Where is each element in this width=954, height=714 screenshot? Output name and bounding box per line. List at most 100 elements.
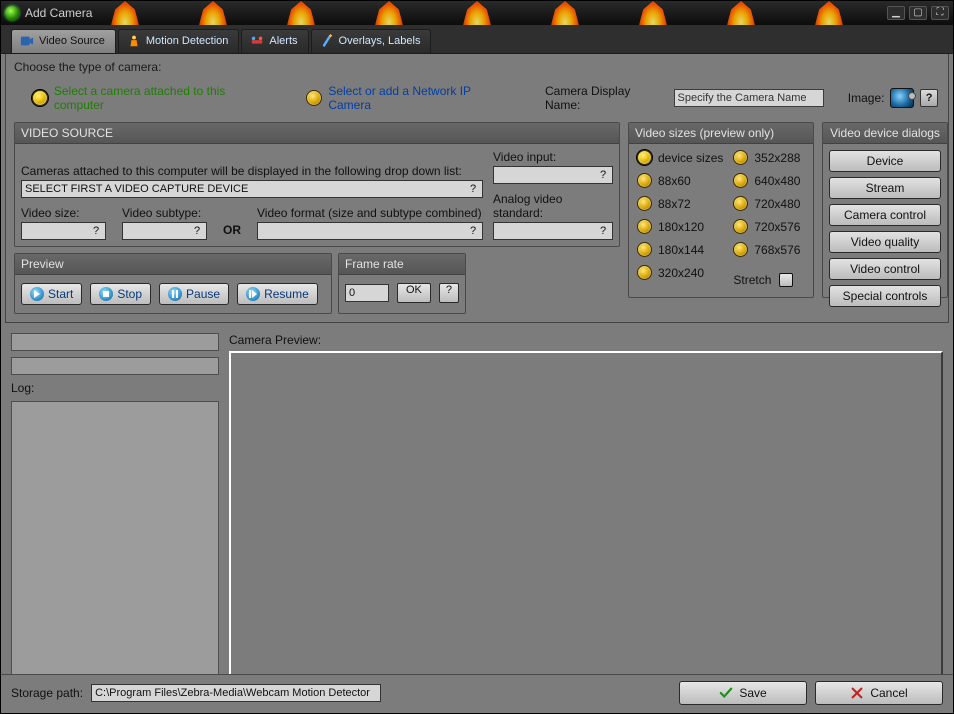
camera-type-row: Select a camera attached to this compute…	[14, 80, 940, 122]
stop-button[interactable]: Stop	[90, 283, 151, 305]
radio-icon	[733, 219, 748, 234]
camera-name-label: Camera Display Name:	[545, 84, 668, 112]
video-format-dropdown[interactable]: ?	[257, 222, 483, 240]
maximize-button[interactable]: ▢	[909, 6, 927, 20]
tab-bar: Video Source Motion Detection Alerts Ove…	[1, 25, 953, 54]
video-source-group: VIDEO SOURCE Cameras attached to this co…	[14, 122, 620, 247]
size-radio-352x288[interactable]: 352x288	[733, 150, 800, 165]
size-radio-180x120[interactable]: 180x120	[637, 219, 723, 234]
radio-icon	[637, 242, 652, 257]
camera-name-group: Camera Display Name: Image: ?	[545, 84, 938, 112]
video-control-button[interactable]: Video control	[829, 258, 941, 280]
camera-preview-canvas	[229, 351, 943, 677]
device-button[interactable]: Device	[829, 150, 941, 172]
framerate-input[interactable]	[345, 284, 389, 302]
framerate-help-button[interactable]: ?	[439, 283, 459, 303]
radio-label: 352x288	[754, 151, 800, 165]
help-icon: ?	[191, 224, 203, 239]
start-button[interactable]: Start	[21, 283, 82, 305]
stretch-checkbox[interactable]	[779, 273, 793, 287]
tab-video-source[interactable]: Video Source	[11, 29, 116, 53]
overlays-icon	[320, 34, 334, 48]
tab-motion-detection[interactable]: Motion Detection	[118, 29, 240, 53]
framerate-ok-button[interactable]: OK	[397, 283, 431, 303]
size-radio-device[interactable]: device sizes	[637, 150, 723, 165]
video-input-dropdown[interactable]: ?	[493, 166, 613, 184]
button-label: Stop	[117, 287, 142, 301]
close-icon	[850, 686, 864, 700]
preview-group: Preview Start Stop	[14, 253, 332, 314]
check-icon	[719, 686, 733, 700]
or-label: OR	[223, 223, 241, 237]
fullscreen-button[interactable]: ⛶	[931, 6, 949, 20]
info-field-1	[11, 333, 219, 351]
analog-standard-label: Analog video standard:	[493, 192, 613, 220]
camera-preview-label: Camera Preview:	[229, 333, 943, 347]
storage-path-input[interactable]	[91, 684, 381, 702]
radio-label: 180x144	[658, 243, 704, 257]
camera-name-input[interactable]	[674, 89, 824, 107]
tab-label: Video Source	[39, 35, 105, 47]
play-icon	[30, 287, 44, 301]
svg-text:?: ?	[600, 169, 606, 180]
app-icon	[5, 6, 19, 20]
video-subtype-dropdown[interactable]: ?	[122, 222, 207, 240]
tab-label: Overlays, Labels	[339, 35, 421, 47]
camera-image-icon[interactable]	[890, 88, 914, 108]
device-dialogs-header: Video device dialogs	[823, 123, 947, 144]
radio-icon	[733, 196, 748, 211]
stretch-checkbox-row: Stretch	[733, 265, 800, 287]
save-button[interactable]: Save	[679, 681, 807, 705]
preview-header: Preview	[15, 254, 331, 275]
log-textarea[interactable]	[11, 401, 219, 677]
video-subtype-label: Video subtype:	[122, 206, 207, 220]
radio-icon	[32, 90, 48, 106]
button-label: Save	[739, 686, 766, 700]
radio-icon	[637, 196, 652, 211]
framerate-header: Frame rate	[339, 254, 465, 275]
resume-button[interactable]: Resume	[237, 283, 318, 305]
button-label: Resume	[264, 287, 309, 301]
cancel-button[interactable]: Cancel	[815, 681, 943, 705]
tab-alerts[interactable]: Alerts	[241, 29, 308, 53]
size-radio-320x240[interactable]: 320x240	[637, 265, 723, 280]
device-dropdown-value: SELECT FIRST A VIDEO CAPTURE DEVICE	[25, 183, 248, 195]
device-dropdown[interactable]: SELECT FIRST A VIDEO CAPTURE DEVICE ?	[21, 180, 483, 198]
stream-button[interactable]: Stream	[829, 177, 941, 199]
svg-text:?: ?	[470, 183, 476, 194]
button-label: Start	[48, 287, 73, 301]
stretch-label: Stretch	[733, 273, 771, 287]
size-radio-768x576[interactable]: 768x576	[733, 242, 800, 257]
image-help-button[interactable]: ?	[920, 89, 938, 107]
help-icon: ?	[467, 182, 479, 197]
size-radio-88x72[interactable]: 88x72	[637, 196, 723, 211]
size-radio-720x480[interactable]: 720x480	[733, 196, 800, 211]
size-radio-720x576[interactable]: 720x576	[733, 219, 800, 234]
lower-area: Log: Camera Preview:	[1, 327, 953, 677]
video-source-icon	[20, 34, 34, 48]
video-size-dropdown[interactable]: ?	[21, 222, 106, 240]
log-label: Log:	[11, 381, 219, 395]
analog-standard-dropdown[interactable]: ?	[493, 222, 613, 240]
window-title: Add Camera	[25, 6, 92, 20]
size-radio-640x480[interactable]: 640x480	[733, 173, 800, 188]
size-radio-88x60[interactable]: 88x60	[637, 173, 723, 188]
radio-label: 88x72	[658, 197, 691, 211]
video-sizes-header: Video sizes (preview only)	[629, 123, 813, 144]
size-radio-180x144[interactable]: 180x144	[637, 242, 723, 257]
radio-label: 180x120	[658, 220, 704, 234]
special-controls-button[interactable]: Special controls	[829, 285, 941, 307]
video-quality-button[interactable]: Video quality	[829, 231, 941, 253]
radio-local-camera[interactable]: Select a camera attached to this compute…	[32, 84, 276, 112]
radio-icon	[733, 173, 748, 188]
camera-control-button[interactable]: Camera control	[829, 204, 941, 226]
button-label: Pause	[186, 287, 220, 301]
titlebar: Add Camera ▁ ▢ ⛶	[1, 1, 953, 25]
radio-label: 720x576	[754, 220, 800, 234]
radio-icon	[306, 90, 322, 106]
tab-overlays[interactable]: Overlays, Labels	[311, 29, 432, 53]
pause-button[interactable]: Pause	[159, 283, 229, 305]
radio-network-camera[interactable]: Select or add a Network IP Camera	[306, 84, 515, 112]
minimize-button[interactable]: ▁	[887, 6, 905, 20]
tab-label: Alerts	[269, 35, 297, 47]
